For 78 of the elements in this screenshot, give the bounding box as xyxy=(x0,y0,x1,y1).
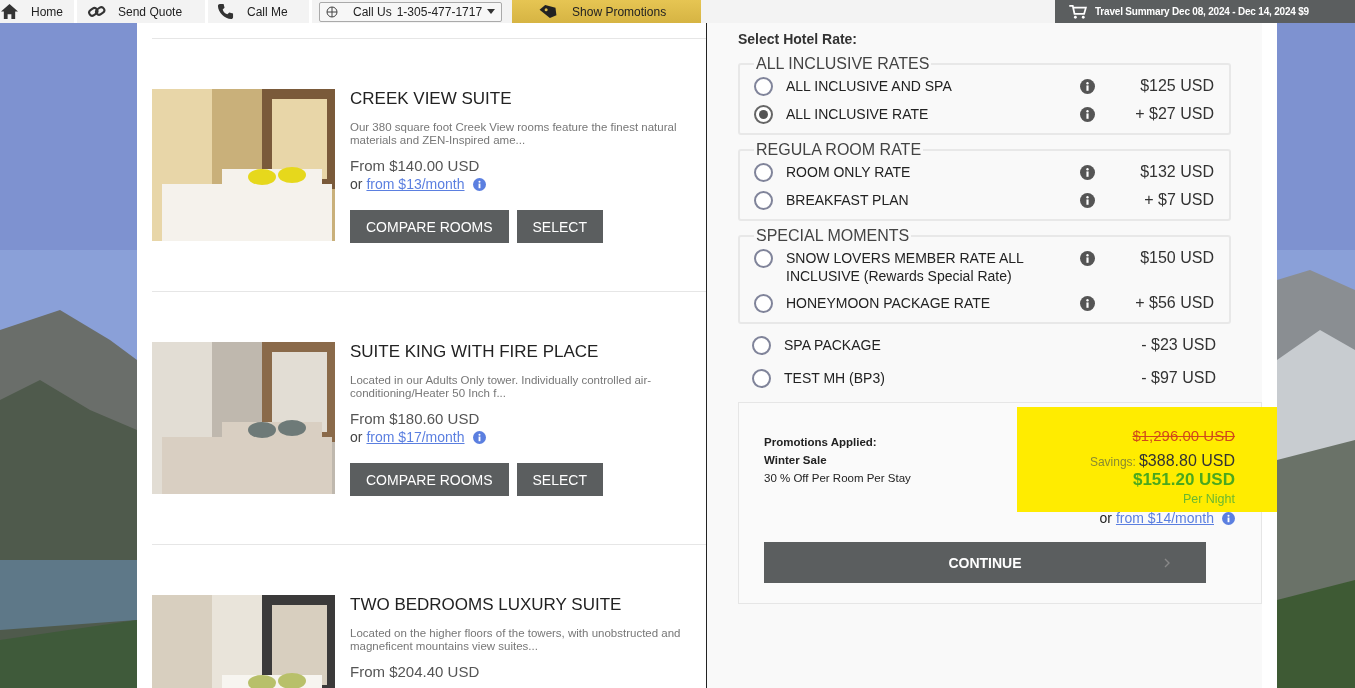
select-button[interactable]: SELECT xyxy=(516,463,603,496)
rate-group-title: ALL INCLUSIVE RATES xyxy=(755,55,931,73)
room-price: From $204.40 USD xyxy=(350,663,480,680)
room-description: Located on the higher floors of the towers, with unobstructed and magneficent mountains view suites... xyxy=(350,627,682,653)
rate-label: ALL INCLUSIVE AND SPA xyxy=(786,77,953,95)
phone-icon xyxy=(216,3,235,20)
savings-amount: $388.80 USD xyxy=(1138,452,1235,469)
rate-price: + $27 USD xyxy=(1134,105,1214,123)
show-promotions-button[interactable]: Show Promotions xyxy=(512,0,702,23)
rate-label: ALL INCLUSIVE RATE xyxy=(786,105,930,123)
home-icon xyxy=(0,3,19,20)
rate-price: $125 USD xyxy=(1139,77,1214,95)
travel-summary-text: Travel Summary Dec 08, 2024 - Dec 14, 2024 $9 xyxy=(1095,6,1309,17)
rate-price: $150 USD xyxy=(1139,249,1214,267)
radio-button[interactable] xyxy=(754,191,773,210)
radio-button[interactable] xyxy=(754,77,773,96)
compare-rooms-button[interactable]: COMPARE ROOMS xyxy=(350,210,509,243)
cart-icon xyxy=(1069,4,1087,19)
compare-rooms-button[interactable]: COMPARE ROOMS xyxy=(350,463,509,496)
info-icon[interactable] xyxy=(1222,511,1235,525)
radio-button[interactable] xyxy=(754,249,773,268)
tag-icon xyxy=(538,4,559,19)
travel-summary-bar[interactable]: Travel Summary Dec 08, 2024 - Dec 14, 2024 $9 xyxy=(1055,0,1355,23)
info-icon[interactable] xyxy=(1080,165,1095,180)
monthly-payment-link[interactable]: from $17/month xyxy=(366,429,465,445)
rate-label: BREAKFAST PLAN xyxy=(786,191,910,209)
radio-button[interactable] xyxy=(752,336,771,355)
continue-button[interactable]: CONTINUE xyxy=(764,542,1206,583)
promotion-detail: 30 % Off Per Room Per Stay xyxy=(764,471,911,486)
rate-group-title: SPECIAL MOMENTS xyxy=(755,227,911,245)
per-night-label: Per Night xyxy=(1182,492,1235,506)
or-text: or xyxy=(350,429,363,445)
room-description: Our 380 square foot Creek View rooms feature the finest natural materials and ZEN-Inspired ame... xyxy=(350,121,678,147)
room-price: From $140.00 USD xyxy=(350,157,480,174)
radio-button[interactable] xyxy=(752,369,771,388)
radio-button[interactable] xyxy=(754,294,773,313)
rate-label: ROOM ONLY RATE xyxy=(786,163,912,181)
rate-label: SPA PACKAGE xyxy=(784,336,882,354)
rate-price: + $7 USD xyxy=(1143,191,1214,209)
chevron-right-icon xyxy=(1164,558,1170,568)
rate-label: TEST MH (BP3) xyxy=(784,369,886,387)
rate-label: SNOW LOVERS MEMBER RATE ALL INCLUSIVE (Rewards Special Rate) xyxy=(786,249,1025,285)
rate-price: $132 USD xyxy=(1139,163,1214,181)
section-heading: Select Hotel Rate: xyxy=(738,31,859,47)
info-icon[interactable] xyxy=(472,177,486,191)
room-price: From $180.60 USD xyxy=(350,410,480,427)
link-icon xyxy=(87,3,106,20)
radio-button[interactable] xyxy=(754,163,773,182)
radio-button[interactable] xyxy=(754,105,773,124)
info-icon[interactable] xyxy=(1080,296,1095,311)
savings-label: Savings: xyxy=(1089,455,1136,469)
room-title: TWO BEDROOMS LUXURY SUITE xyxy=(350,595,622,615)
call-us-dropdown[interactable]: Call Us 1-305-477-1717 xyxy=(319,1,503,22)
room-description: Located in our Adults Only tower. Individually controlled air-conditioning/Heater 50 Inch f... xyxy=(350,374,653,400)
or-text: or xyxy=(350,176,363,192)
rate-price: - $97 USD xyxy=(1140,369,1216,387)
promotions-label: Promotions Applied: xyxy=(764,435,878,450)
rate-price: + $56 USD xyxy=(1134,294,1214,312)
room-title: CREEK VIEW SUITE xyxy=(350,89,512,109)
room-title: SUITE KING WITH FIRE PLACE xyxy=(350,342,599,362)
monthly-payment-link[interactable]: from $14/month xyxy=(1115,510,1214,526)
info-icon[interactable] xyxy=(1080,193,1095,208)
original-price: $1,296.00 USD xyxy=(1132,427,1235,444)
rate-price: - $23 USD xyxy=(1140,336,1216,354)
or-text: or xyxy=(1099,510,1112,526)
monthly-payment-link[interactable]: from $13/month xyxy=(366,176,465,192)
rate-label: HONEYMOON PACKAGE RATE xyxy=(786,294,992,312)
info-icon[interactable] xyxy=(472,430,486,444)
total-price: $151.20 USD xyxy=(1132,470,1235,490)
rate-group-title: REGULA ROOM RATE xyxy=(755,141,923,159)
info-icon[interactable] xyxy=(1080,79,1095,94)
globe-icon xyxy=(326,5,338,18)
promotion-name: Winter Sale xyxy=(764,453,828,468)
info-icon[interactable] xyxy=(1080,107,1095,122)
info-icon[interactable] xyxy=(1080,251,1095,266)
caret-icon xyxy=(487,9,496,14)
select-button[interactable]: SELECT xyxy=(516,210,603,243)
nav-link[interactable]: Home xyxy=(0,0,77,23)
